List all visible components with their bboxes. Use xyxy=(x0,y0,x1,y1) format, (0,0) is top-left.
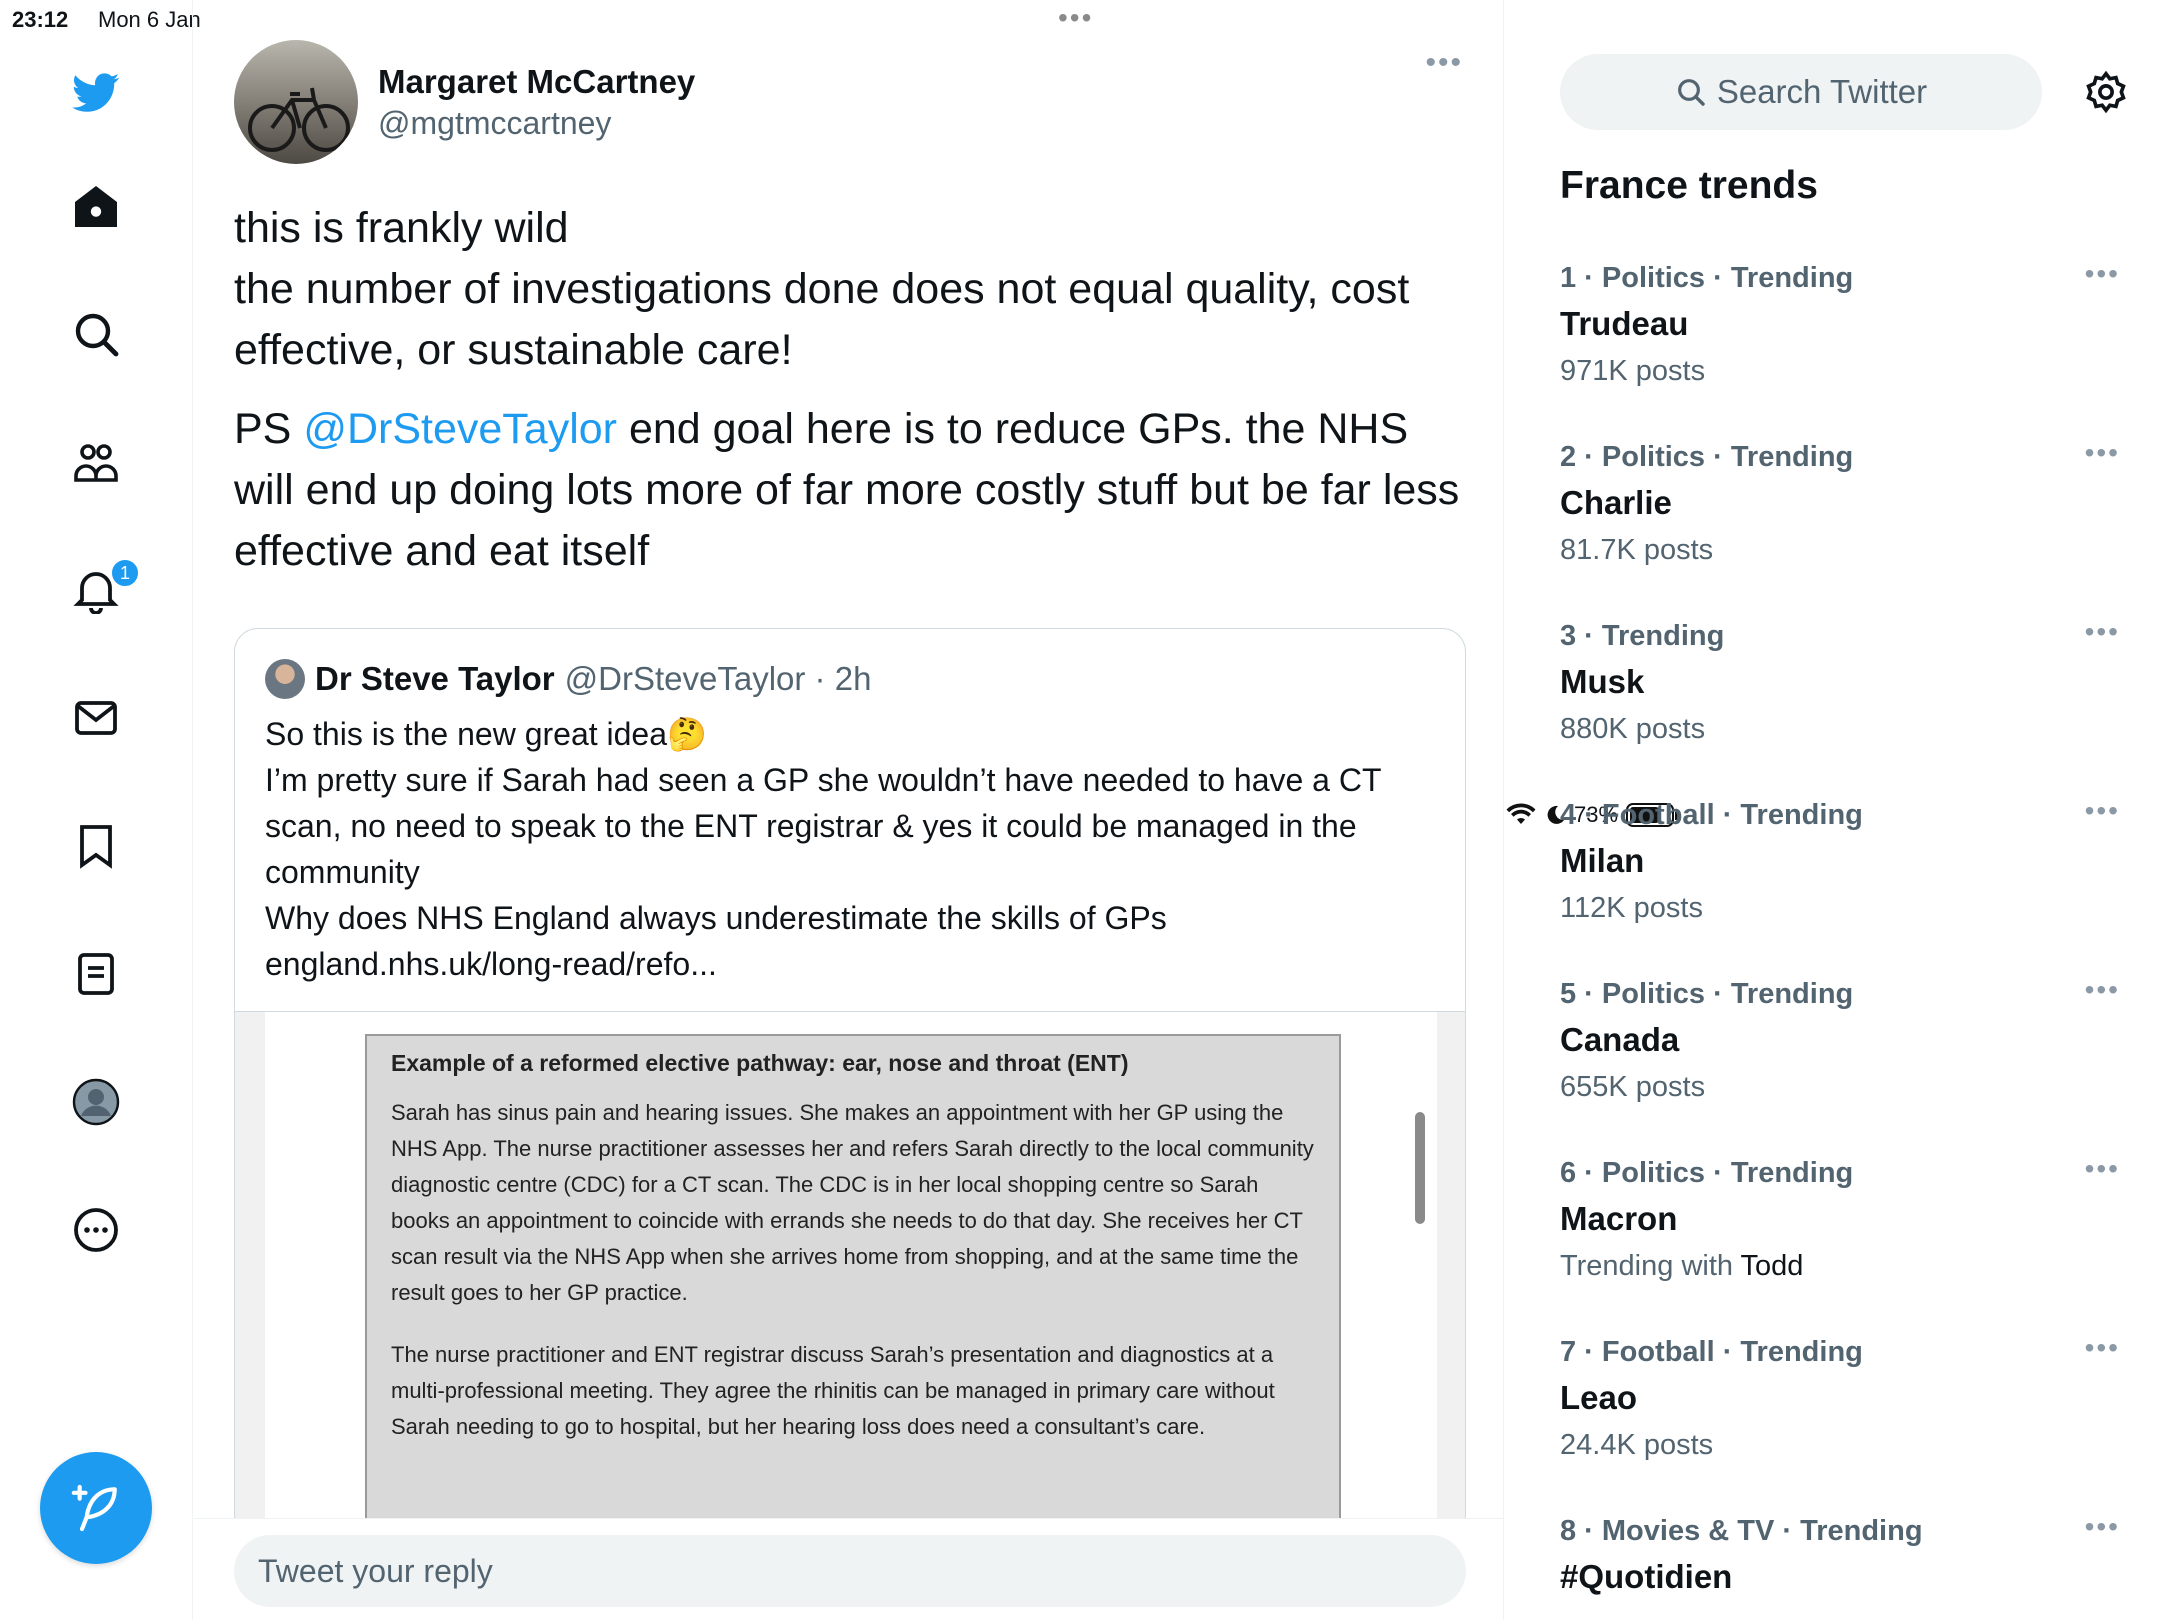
quoted-tweet-text: So this is the new great idea🤔 I’m prett… xyxy=(265,711,1445,987)
quoted-tweet[interactable]: Dr Steve Taylor @DrSteveTaylor · 2h So t… xyxy=(234,628,1466,1620)
trend-more-button[interactable]: ••• xyxy=(2085,616,2120,648)
home-icon[interactable] xyxy=(64,174,128,238)
author-name[interactable]: Margaret McCartney xyxy=(378,63,695,101)
right-sidebar: Search Twitter France trends 1 · Politic… xyxy=(1506,0,2160,1620)
trending-with-term[interactable]: Todd xyxy=(1741,1250,1804,1282)
trend-name: Leao xyxy=(1560,1379,1638,1416)
compose-icon xyxy=(71,1484,117,1532)
tweet-text: this is frankly wild the number of invest… xyxy=(234,198,1474,600)
trend-meta: 8 · Movies & TV · Trending xyxy=(1560,1515,1923,1547)
trend-item[interactable]: 8 · Movies & TV · Trending #Quotidien ••… xyxy=(1560,1511,2120,1596)
trend-posts: 81.7K posts xyxy=(1560,534,1714,566)
search-placeholder: Search Twitter xyxy=(1716,73,1928,110)
trend-name: #Quotidien xyxy=(1560,1558,1733,1595)
profile-icon[interactable] xyxy=(64,1070,128,1134)
trend-item[interactable]: 3 · Trending Musk 880K posts ••• xyxy=(1560,616,2120,746)
document-title: Example of a reformed elective pathway: … xyxy=(391,1050,1129,1076)
tweet-line-1: this is frankly wild xyxy=(234,204,569,252)
document-paragraph-1: Sarah has sinus pain and hearing issues.… xyxy=(391,1100,1314,1305)
trend-more-button[interactable]: ••• xyxy=(2085,1332,2120,1364)
trend-more-button[interactable]: ••• xyxy=(2085,1153,2120,1185)
settings-button[interactable] xyxy=(2076,62,2136,122)
trend-posts: 655K posts xyxy=(1560,1071,1706,1103)
left-navigation: 1 xyxy=(0,0,193,1620)
trend-meta: 7 · Football · Trending xyxy=(1560,1336,1863,1368)
trend-more-button[interactable]: ••• xyxy=(2085,795,2120,827)
trending-with-label: Trending with xyxy=(1560,1250,1741,1282)
tweet-detail: Margaret McCartney @mgtmccartney ••• thi… xyxy=(194,0,1504,1620)
tweet-more-button[interactable]: ••• xyxy=(1425,46,1463,80)
quoted-author-name[interactable]: Dr Steve Taylor xyxy=(315,660,555,698)
trend-item[interactable]: 5 · Politics · Trending Canada 655K post… xyxy=(1560,974,2120,1104)
trend-posts: Trending with Todd xyxy=(1560,1250,2120,1283)
trend-meta: 3 · Trending xyxy=(1560,620,1725,652)
trends-title: France trends xyxy=(1560,164,1818,207)
trend-posts: 24.4K posts xyxy=(1560,1429,1714,1461)
trend-more-button[interactable]: ••• xyxy=(2085,258,2120,290)
settings-icon xyxy=(2086,70,2126,114)
more-icon[interactable] xyxy=(64,1198,128,1262)
trend-name: Macron xyxy=(1560,1200,1678,1237)
notifications-icon[interactable]: 1 xyxy=(64,558,140,622)
lists-icon[interactable] xyxy=(64,942,128,1006)
trend-item[interactable]: 1 · Politics · Trending Trudeau 971K pos… xyxy=(1560,258,2120,388)
communities-icon[interactable] xyxy=(64,430,128,494)
trend-item[interactable]: 6 · Politics · Trending Macron Trending … xyxy=(1560,1153,2120,1283)
author-handle[interactable]: @mgtmccartney xyxy=(378,105,695,142)
reply-bar xyxy=(194,1518,1503,1620)
quoted-author-handle-time: @DrSteveTaylor · 2h xyxy=(564,660,872,697)
trend-posts: 880K posts xyxy=(1560,713,1706,745)
mention-link[interactable]: @DrSteveTaylor xyxy=(303,405,617,453)
trend-meta: 4 · Football · Trending xyxy=(1560,799,1863,831)
search-icon xyxy=(1677,79,1705,106)
quoted-author-avatar[interactable] xyxy=(265,659,305,699)
compose-tweet-button[interactable] xyxy=(40,1452,152,1564)
search-box[interactable]: Search Twitter xyxy=(1560,54,2042,130)
tweet-author[interactable]: Margaret McCartney @mgtmccartney xyxy=(234,40,695,164)
trend-name: Canada xyxy=(1560,1021,1680,1058)
trend-name: Milan xyxy=(1560,842,1645,879)
author-avatar[interactable] xyxy=(234,40,358,164)
trend-item[interactable]: 4 · Football · Trending Milan 112K posts… xyxy=(1560,795,2120,925)
quoted-line-2: I’m pretty sure if Sarah had seen a GP s… xyxy=(265,762,1381,890)
trend-meta: 1 · Politics · Trending xyxy=(1560,262,1854,294)
bookmarks-icon[interactable] xyxy=(64,814,128,878)
reply-input[interactable] xyxy=(234,1535,1466,1607)
trend-name: Trudeau xyxy=(1560,305,1689,342)
notification-badge: 1 xyxy=(110,558,140,588)
document-paragraph-2: The nurse practitioner and ENT registrar… xyxy=(391,1342,1275,1439)
trend-posts: 971K posts xyxy=(1560,355,1706,387)
trend-name: Charlie xyxy=(1560,484,1672,521)
quoted-line-1: So this is the new great idea🤔 xyxy=(265,716,707,752)
quoted-line-3: Why does NHS England always underestimat… xyxy=(265,900,1167,936)
tweet-line-2: the number of investigations done does n… xyxy=(234,265,1410,374)
messages-icon[interactable] xyxy=(64,686,128,750)
trend-item[interactable]: 2 · Politics · Trending Charlie 81.7K po… xyxy=(1560,437,2120,567)
ps-prefix: PS xyxy=(234,405,304,453)
trend-more-button[interactable]: ••• xyxy=(2085,437,2120,469)
quoted-link[interactable]: england.nhs.uk/long-read/refo... xyxy=(265,941,1445,987)
trend-name: Musk xyxy=(1560,663,1645,700)
trend-meta: 2 · Politics · Trending xyxy=(1560,441,1854,473)
image-scrollbar[interactable] xyxy=(1415,1112,1425,1224)
search-icon[interactable] xyxy=(64,302,128,366)
trend-more-button[interactable]: ••• xyxy=(2085,1511,2120,1543)
trend-posts: 112K posts xyxy=(1560,892,1703,924)
trend-item[interactable]: 7 · Football · Trending Leao 24.4K posts… xyxy=(1560,1332,2120,1462)
twitter-logo-icon[interactable] xyxy=(64,60,128,124)
trend-more-button[interactable]: ••• xyxy=(2085,974,2120,1006)
trend-meta: 5 · Politics · Trending xyxy=(1560,978,1854,1010)
trend-meta: 6 · Politics · Trending xyxy=(1560,1157,1854,1189)
